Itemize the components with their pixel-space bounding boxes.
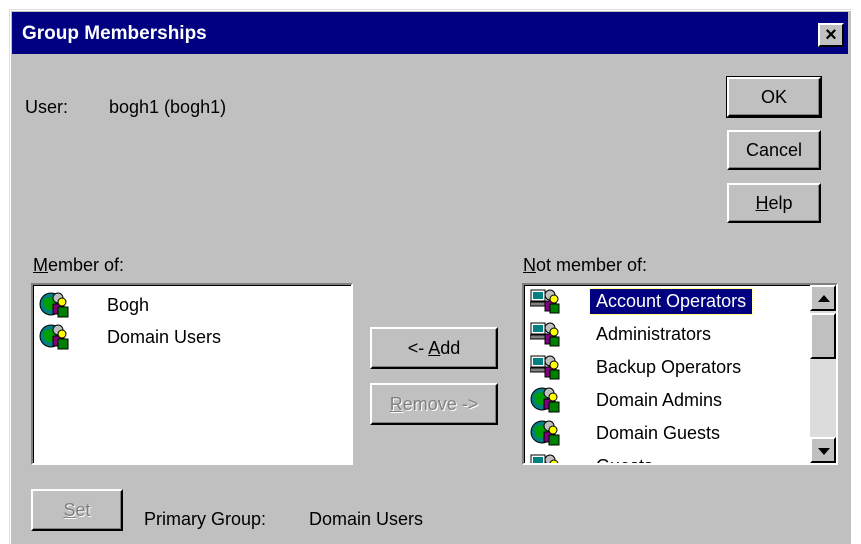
global-group-icon (530, 385, 560, 415)
list-item-label: Domain Users (107, 326, 222, 347)
list-item[interactable]: Domain Admins (530, 384, 728, 416)
list-item-label: Backup Operators (596, 356, 742, 377)
set-button[interactable]: Set (31, 489, 123, 531)
primary-group-value: Domain Users (309, 509, 424, 529)
scroll-thumb[interactable] (810, 313, 836, 359)
local-group-icon (529, 286, 560, 316)
not-member-of-label: Not member of: (523, 255, 648, 275)
list-item[interactable]: Administrators (529, 318, 717, 350)
help-button[interactable]: Help (727, 183, 821, 223)
add-label: <- Add (407, 337, 461, 358)
title-bar: Group Memberships × (12, 12, 848, 54)
arrow-down-icon (818, 448, 830, 455)
user-label: User: (25, 97, 69, 117)
close-button[interactable]: × (818, 23, 844, 47)
list-item-label: Domain Admins (596, 389, 723, 410)
list-item-label: Account Operators (588, 287, 754, 315)
list-item[interactable]: Guests (530, 450, 659, 464)
cancel-button[interactable]: Cancel (727, 130, 821, 170)
local-group-icon (529, 352, 560, 382)
member-of-listbox[interactable]: Bogh Domain Users (31, 283, 353, 465)
list-item[interactable]: Domain Users (39, 321, 227, 353)
remove-label: Remove -> (389, 393, 479, 414)
list-item[interactable]: Domain Guests (530, 417, 726, 449)
primary-group-label: Primary Group: (144, 509, 267, 529)
list-item-label: Domain Guests (596, 422, 721, 443)
list-item[interactable]: Account Operators (529, 285, 754, 317)
ok-label: OK (760, 86, 787, 107)
close-icon: × (825, 24, 837, 46)
arrow-up-icon (818, 295, 830, 302)
global-group-icon (39, 322, 69, 352)
scroll-down-button[interactable] (810, 437, 836, 463)
scroll-up-button[interactable] (810, 285, 836, 311)
window-title: Group Memberships (22, 23, 207, 44)
group-memberships-dialog: Group Memberships × User: bogh1 (bogh1) … (9, 9, 851, 544)
remove-button[interactable]: Remove -> (370, 383, 498, 425)
list-item-label: Guests (590, 454, 659, 464)
local-group-icon (530, 451, 560, 463)
member-of-label: Member of: (33, 255, 125, 275)
list-item[interactable]: Backup Operators (529, 351, 747, 383)
help-label: Help (755, 192, 793, 213)
add-button[interactable]: <- Add (370, 327, 498, 369)
not-member-of-listbox[interactable]: Account Operators Administrators Backup Op… (522, 283, 838, 465)
cancel-label: Cancel (745, 139, 803, 160)
vertical-scrollbar[interactable] (810, 285, 836, 463)
list-item[interactable]: Bogh (39, 289, 155, 321)
ok-button[interactable]: OK (726, 76, 822, 118)
set-label: Set (63, 499, 91, 520)
user-value: bogh1 (bogh1) (109, 97, 227, 117)
global-group-icon (530, 418, 560, 448)
global-group-icon (39, 290, 69, 320)
list-item-label: Administrators (596, 323, 712, 344)
local-group-icon (529, 319, 560, 349)
list-item-label: Bogh (107, 294, 150, 315)
